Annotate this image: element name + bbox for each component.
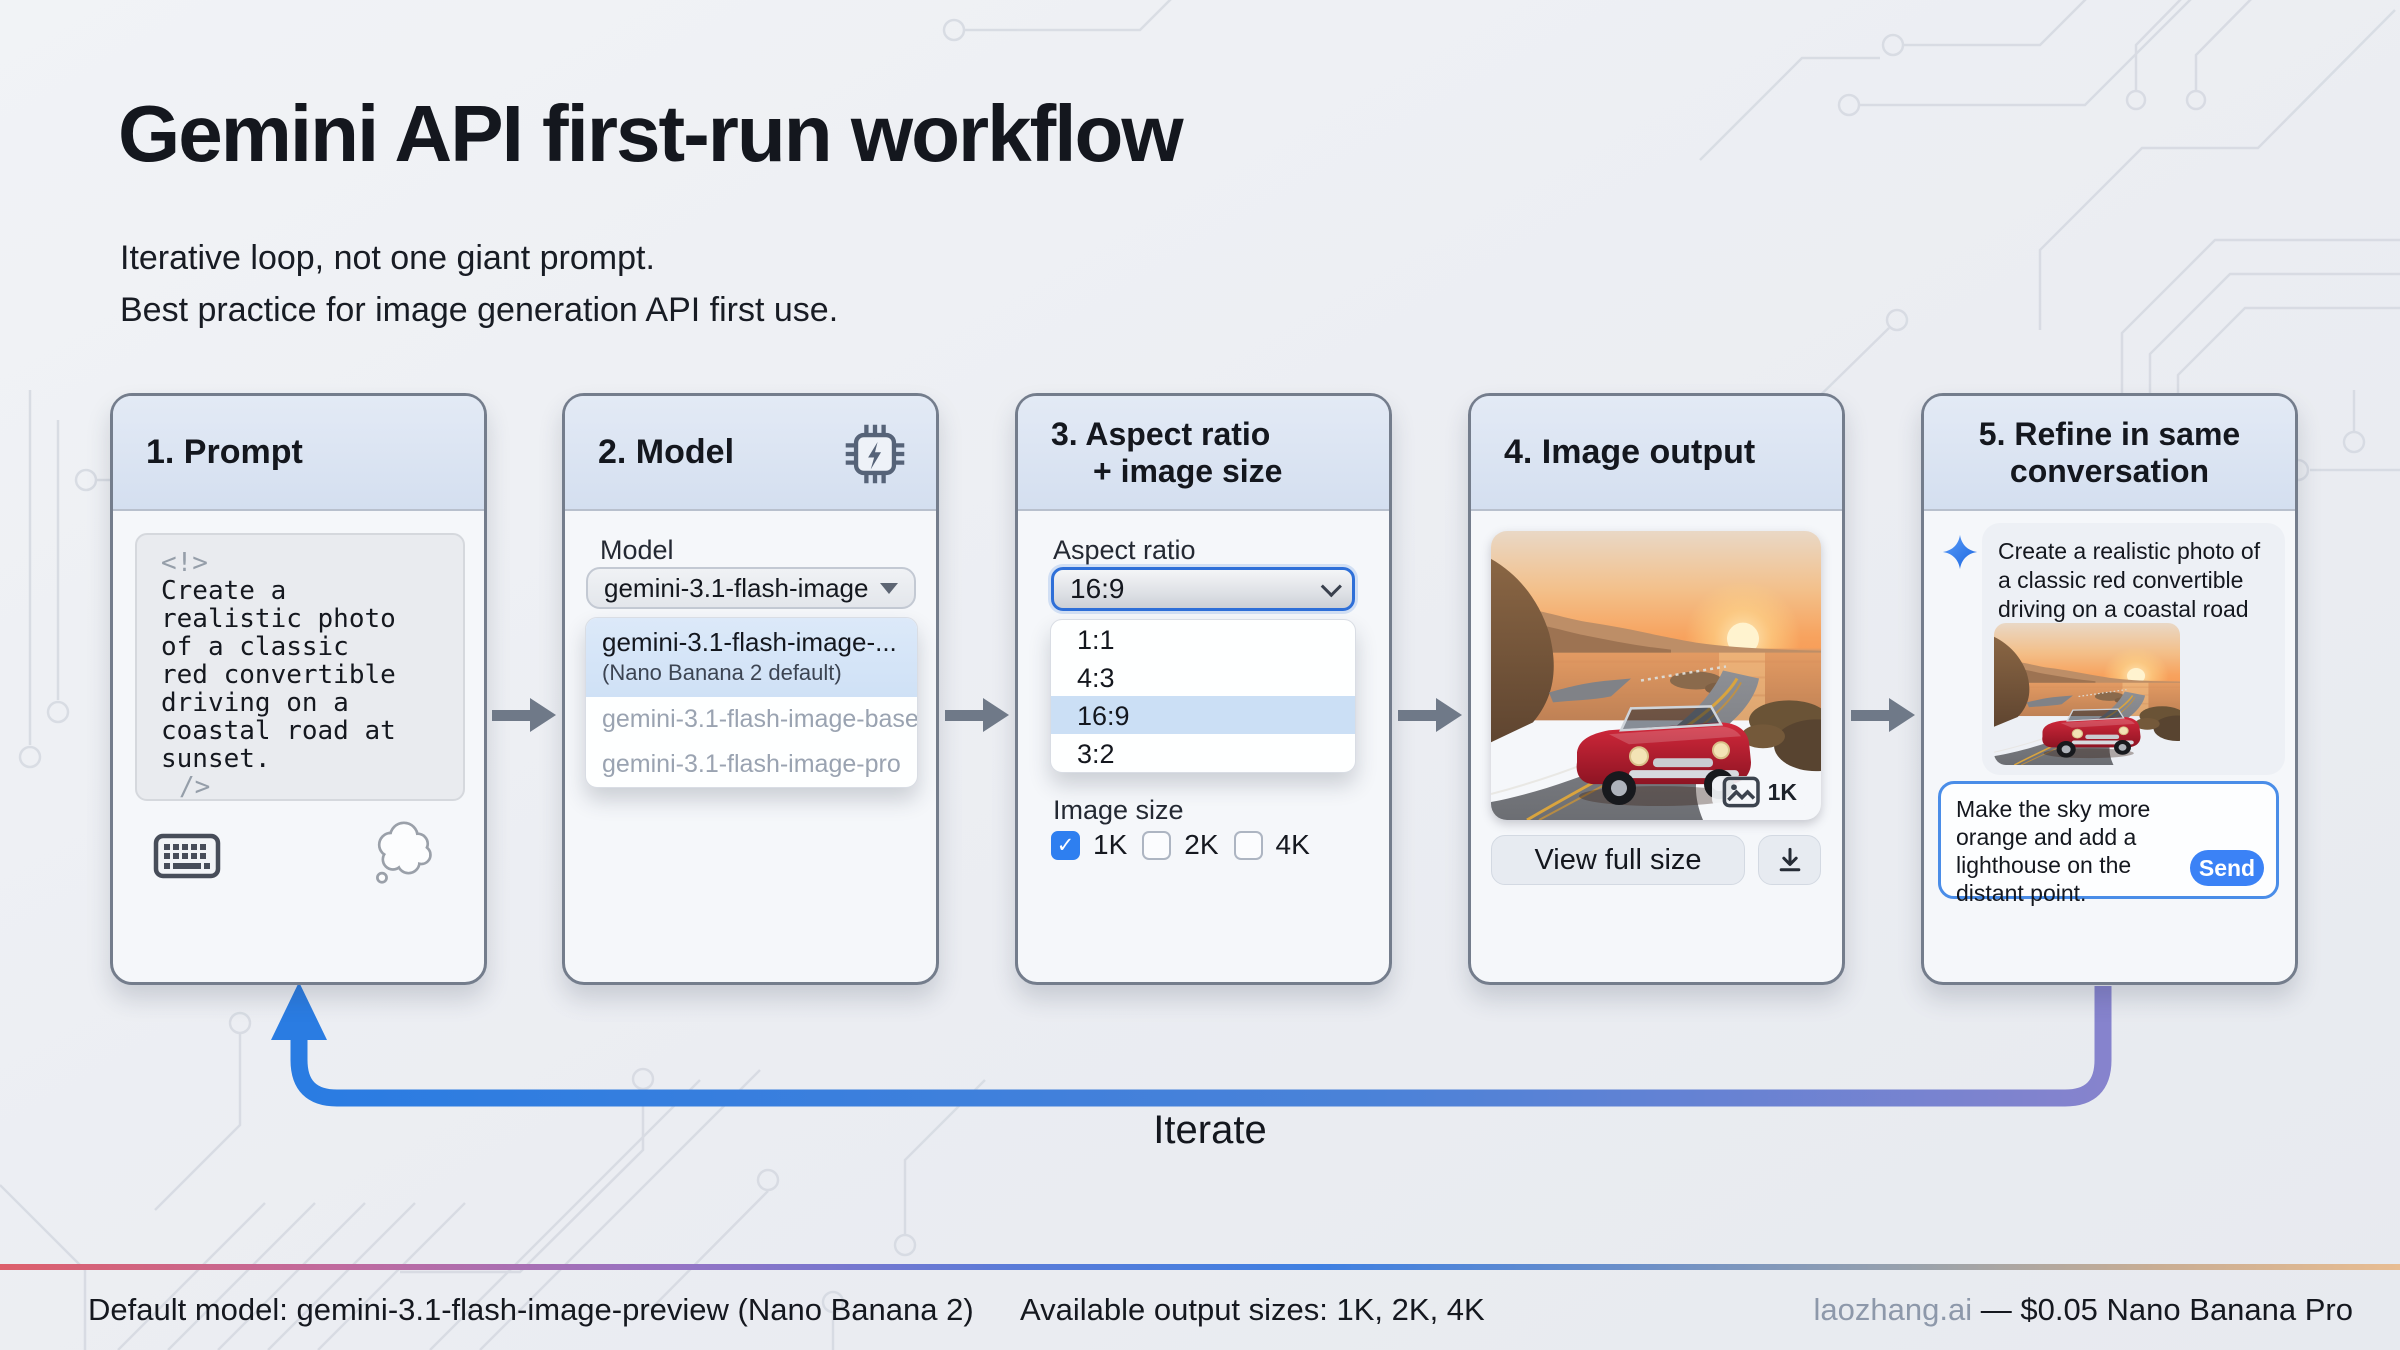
size-option-1k[interactable]: ✓ 1K xyxy=(1051,829,1127,861)
check-icon: ✓ xyxy=(1057,835,1075,856)
keyboard-icon xyxy=(153,833,221,884)
chat-message-thumbnail[interactable] xyxy=(1994,623,2180,765)
footer-brand-pricing: laozhang.ai — $0.05 Nano Banana Pro xyxy=(1814,1292,2353,1328)
download-button[interactable] xyxy=(1758,835,1821,885)
model-select[interactable]: gemini-3.1-flash-image xyxy=(586,567,916,609)
subtitle-line-1: Iterative loop, not one giant prompt. xyxy=(120,232,838,284)
aspect-dropdown: 1:1 4:3 16:9 3:2 xyxy=(1050,619,1356,773)
brand-link[interactable]: laozhang.ai xyxy=(1814,1292,1973,1327)
card-aspect-title: 3. Aspect ratio + image size xyxy=(1051,416,1282,490)
caret-down-icon xyxy=(880,583,898,594)
code-line: sunset. xyxy=(161,745,439,773)
flow-arrow-4 xyxy=(1851,698,1915,732)
footer-pricing-text: — $0.05 Nano Banana Pro xyxy=(1972,1292,2353,1327)
aspect-select-value: 16:9 xyxy=(1070,573,1125,605)
aspect-option-1-1[interactable]: 1:1 xyxy=(1051,620,1355,658)
checkbox-4k[interactable] xyxy=(1234,831,1263,860)
model-option-base[interactable]: gemini-3.1-flash-image-base xyxy=(586,697,917,742)
card-output-header: 4. Image output xyxy=(1471,396,1842,511)
card-prompt-title: 1. Prompt xyxy=(146,434,303,471)
code-line: realistic photo xyxy=(161,605,439,633)
aspect-ratio-select[interactable]: 16:9 xyxy=(1051,567,1355,611)
size-option-2k[interactable]: 2K xyxy=(1142,829,1218,861)
flow-arrow-3 xyxy=(1398,698,1462,732)
card-refine: 5. Refine in same conversation Create a … xyxy=(1921,393,2298,985)
resolution-badge-text: 1K xyxy=(1768,779,1797,806)
model-option-pro[interactable]: gemini-3.1-flash-image-pro xyxy=(586,742,917,787)
footer-gradient-rule xyxy=(0,1264,2400,1270)
flow-arrow-2 xyxy=(945,698,1009,732)
checkbox-1k-checked[interactable]: ✓ xyxy=(1051,831,1080,860)
model-option-sublabel: (Nano Banana 2 default) xyxy=(602,660,901,686)
view-full-size-button[interactable]: View full size xyxy=(1491,835,1745,885)
code-line: of a classic xyxy=(161,633,439,661)
flow-arrow-1 xyxy=(492,698,556,732)
aspect-option-16-9[interactable]: 16:9 xyxy=(1051,696,1355,734)
card-refine-header: 5. Refine in same conversation xyxy=(1924,396,2295,511)
page-title: Gemini API first-run workflow xyxy=(118,88,1182,180)
code-line: driving on a xyxy=(161,689,439,717)
model-field-label: Model xyxy=(600,535,674,566)
chevron-down-icon xyxy=(1321,576,1342,597)
code-line: coastal road at xyxy=(161,717,439,745)
footer-output-sizes: Available output sizes: 1K, 2K, 4K xyxy=(1020,1292,1485,1328)
send-button[interactable]: Send xyxy=(2190,850,2264,886)
checkbox-2k[interactable] xyxy=(1142,831,1171,860)
resolution-badge: 1K xyxy=(1712,776,1807,808)
image-icon xyxy=(1722,776,1760,808)
card-image-output: 4. Image output 1K View full size xyxy=(1468,393,1845,985)
code-close-tag: /> xyxy=(179,773,439,801)
card-model-header: 2. Model xyxy=(565,396,936,511)
refine-title-line1: 5. Refine in same xyxy=(1979,416,2240,452)
cpu-chip-icon xyxy=(844,423,906,490)
card-output-title: 4. Image output xyxy=(1504,434,1755,471)
aspect-title-line2: + image size xyxy=(1093,453,1282,490)
model-option-default[interactable]: gemini-3.1-flash-image-... (Nano Banana … xyxy=(586,618,917,697)
code-line: red convertible xyxy=(161,661,439,689)
card-model: 2. Model Model gemini-3.1-flash-image ge… xyxy=(562,393,939,985)
aspect-option-4-3[interactable]: 4:3 xyxy=(1051,658,1355,696)
model-dropdown: gemini-3.1-flash-image-... (Nano Banana … xyxy=(585,617,918,788)
aspect-option-3-2[interactable]: 3:2 xyxy=(1051,734,1355,772)
download-icon xyxy=(1775,845,1805,875)
card-prompt-header: 1. Prompt xyxy=(113,396,484,511)
code-line: Create a xyxy=(161,577,439,605)
gemini-sparkle-icon xyxy=(1941,533,1979,576)
iterate-label: Iterate xyxy=(1050,1108,1370,1153)
size-4k-label: 4K xyxy=(1276,829,1310,861)
card-model-title: 2. Model xyxy=(598,434,734,471)
thought-bubble-icon xyxy=(371,817,435,894)
card-aspect-size: 3. Aspect ratio + image size Aspect rati… xyxy=(1015,393,1392,985)
card-prompt: 1. Prompt <!> Create a realistic photo o… xyxy=(110,393,487,985)
refine-input-box[interactable]: Make the sky more orange and add a light… xyxy=(1938,781,2279,899)
image-size-options: ✓ 1K 2K 4K xyxy=(1051,829,1310,861)
image-size-label: Image size xyxy=(1053,795,1184,826)
page-subtitle: Iterative loop, not one giant prompt. Be… xyxy=(120,232,838,336)
refine-input-text: Make the sky more orange and add a light… xyxy=(1956,795,2186,907)
size-2k-label: 2K xyxy=(1184,829,1218,861)
aspect-title-line1: 3. Aspect ratio xyxy=(1051,416,1270,452)
card-aspect-header: 3. Aspect ratio + image size xyxy=(1018,396,1389,511)
model-select-value: gemini-3.1-flash-image xyxy=(604,573,868,604)
aspect-field-label: Aspect ratio xyxy=(1053,535,1196,566)
generated-image[interactable]: 1K xyxy=(1491,531,1821,820)
refine-title-line2: conversation xyxy=(1957,453,2262,490)
footer-default-model: Default model: gemini-3.1-flash-image-pr… xyxy=(88,1292,974,1328)
card-refine-title: 5. Refine in same conversation xyxy=(1957,416,2262,490)
code-open-tag: <!> xyxy=(161,549,439,577)
prompt-code-editor[interactable]: <!> Create a realistic photo of a classi… xyxy=(135,533,465,801)
model-option-label: gemini-3.1-flash-image-... xyxy=(602,627,897,657)
subtitle-line-2: Best practice for image generation API f… xyxy=(120,284,838,336)
workflow-infographic: Gemini API first-run workflow Iterative … xyxy=(0,0,2400,1350)
size-1k-label: 1K xyxy=(1093,829,1127,861)
chat-message-bubble: Create a realistic photo of a classic re… xyxy=(1982,523,2285,775)
size-option-4k[interactable]: 4K xyxy=(1234,829,1310,861)
